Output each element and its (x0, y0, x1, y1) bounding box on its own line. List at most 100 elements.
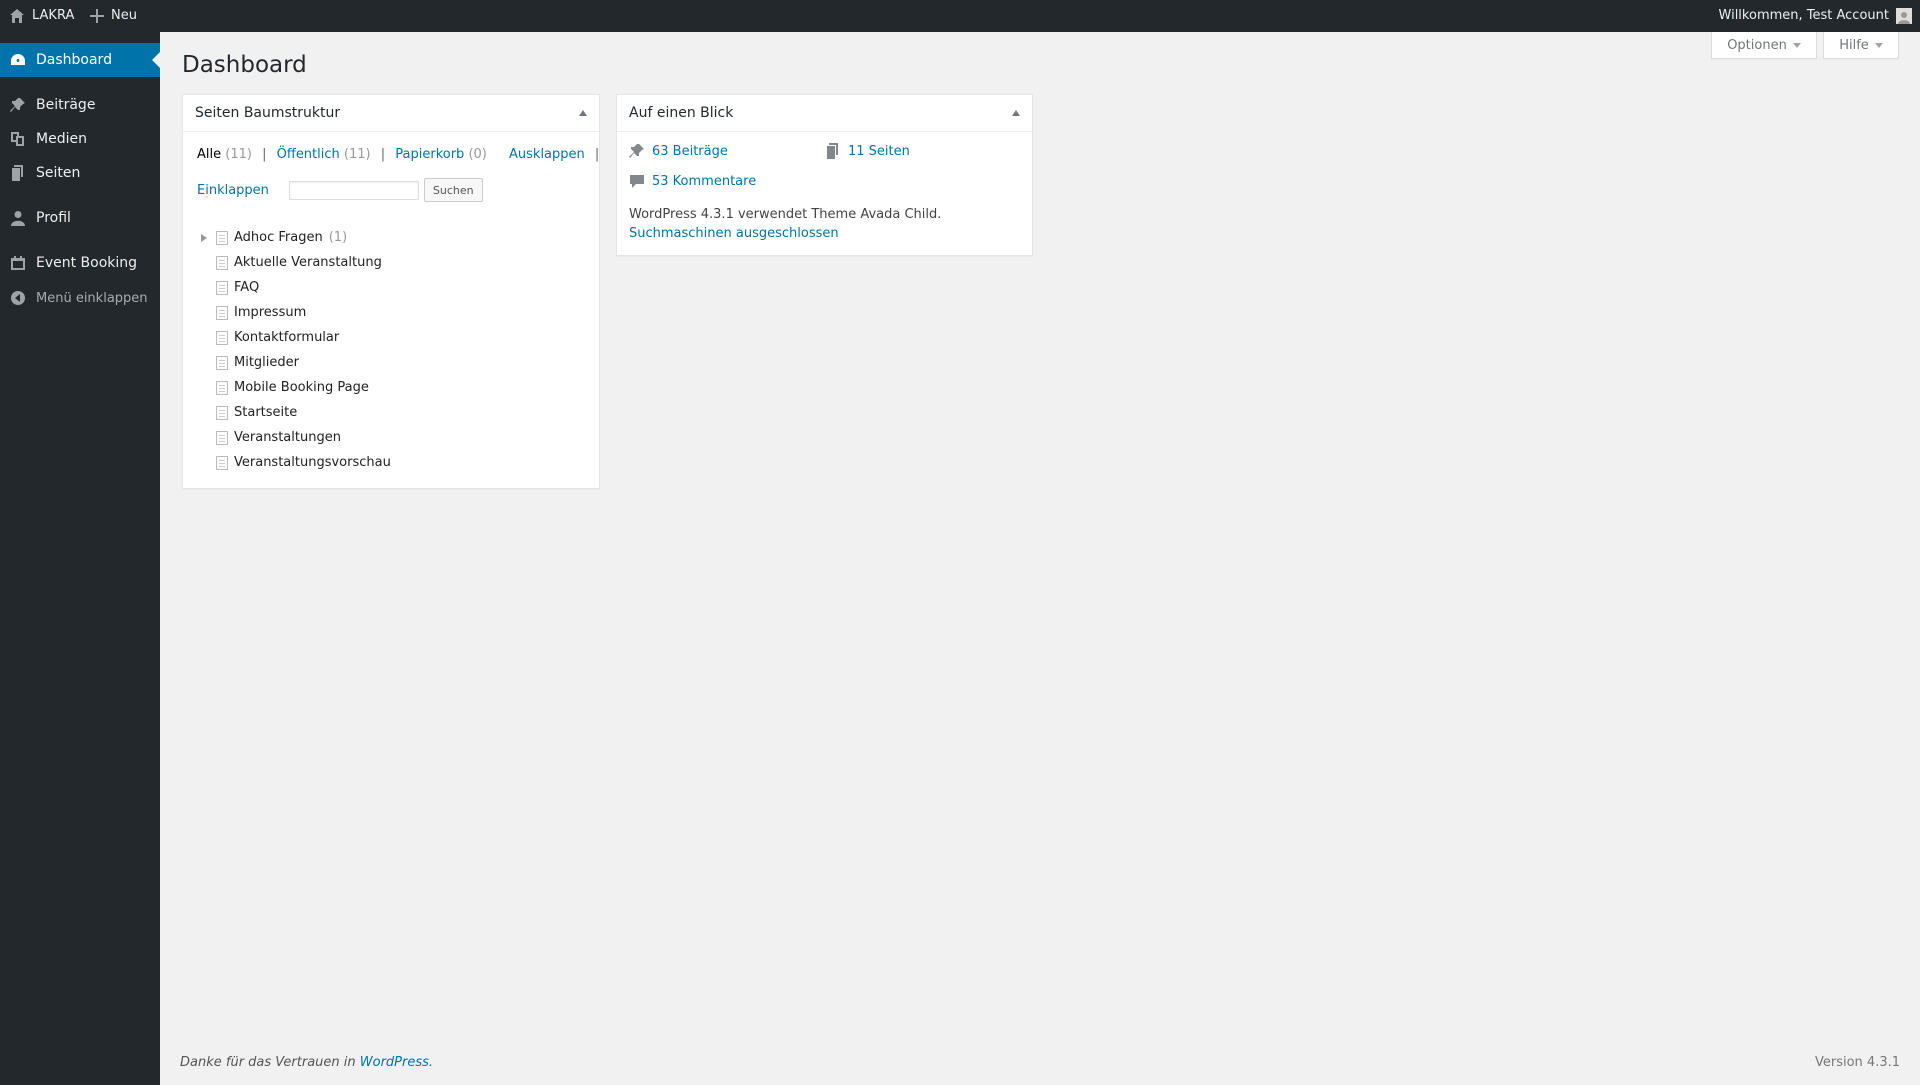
page-title[interactable]: Impressum (234, 305, 306, 320)
pages-icon (8, 163, 28, 183)
status-filters: Alle (11) | Öffentlich (11) | Papierkorb… (197, 147, 605, 162)
tree-search-button[interactable]: Suchen (423, 178, 483, 202)
pages-count: 11 Seiten (848, 143, 910, 159)
comments-count-link[interactable]: 53 Kommentare (629, 173, 756, 189)
widget-header[interactable]: Seiten Baumstruktur (183, 95, 599, 132)
filter-label: Alle (197, 147, 222, 162)
new-label: Neu (111, 8, 137, 23)
collapse-menu-button[interactable]: Menü einklappen (0, 281, 160, 315)
page-title[interactable]: Adhoc Fragen (234, 230, 323, 245)
pin-icon (8, 95, 28, 115)
caret-down-icon (1874, 42, 1883, 48)
page-title[interactable]: Veranstaltungen (234, 430, 341, 445)
page-title[interactable]: FAQ (234, 280, 259, 295)
plus-icon (90, 9, 104, 23)
at-a-glance-widget: Auf einen Blick 63 Beiträge 11 Seiten 53… (616, 94, 1033, 256)
page-icon (216, 430, 228, 445)
expand-all-link[interactable]: Ausklappen (509, 147, 585, 162)
filter-label: Papierkorb (395, 147, 465, 162)
theme-info: WordPress 4.3.1 verwendet Theme Avada Ch… (629, 207, 942, 222)
sidebar-item-posts[interactable]: Beiträge (0, 88, 160, 122)
comment-icon (630, 175, 644, 188)
posts-count: 63 Beiträge (652, 143, 728, 159)
sidebar-item-label: Beiträge (36, 97, 96, 113)
page-icon (216, 230, 228, 245)
account-label: Willkommen, Test Account (1718, 8, 1889, 23)
sidebar-item-event-booking[interactable]: Event Booking (0, 246, 160, 280)
tree-item[interactable]: FAQ (197, 275, 391, 300)
page-icon (216, 280, 228, 295)
new-content-link[interactable]: Neu (90, 0, 137, 32)
home-icon (10, 9, 24, 23)
search-engines-link[interactable]: Suchmaschinen ausgeschlossen (629, 226, 839, 241)
media-icon (8, 129, 28, 149)
sidebar-item-media[interactable]: Medien (0, 122, 160, 156)
tree-item[interactable]: Kontaktformular (197, 325, 391, 350)
pin-icon (629, 144, 644, 158)
page-icon (216, 380, 228, 395)
page-title[interactable]: Startseite (234, 405, 297, 420)
sidebar-item-profile[interactable]: Profil (0, 201, 160, 235)
page-icon (216, 405, 228, 420)
tree-item[interactable]: Aktuelle Veranstaltung (197, 250, 391, 275)
page-title[interactable]: Aktuelle Veranstaltung (234, 255, 382, 270)
sidebar-item-dashboard[interactable]: Dashboard (0, 43, 160, 77)
help-button[interactable]: Hilfe (1823, 32, 1899, 59)
footer-version: Version 4.3.1 (1814, 1055, 1900, 1070)
filter-trash[interactable]: Papierkorb (395, 147, 464, 162)
user-avatar-icon (1898, 12, 1910, 24)
dashboard-icon (8, 50, 28, 70)
page-title[interactable]: Veranstaltungsvorschau (234, 455, 391, 470)
tree-search-input[interactable] (288, 180, 419, 200)
filter-count: (0) (468, 147, 487, 162)
user-icon (8, 208, 28, 228)
screen-options-label: Optionen (1727, 37, 1787, 53)
filter-count: (11) (225, 147, 252, 162)
filter-count: (11) (343, 147, 371, 162)
tree-item[interactable]: Veranstaltungsvorschau (197, 450, 391, 475)
sidebar-item-label: Profil (36, 210, 71, 226)
page-title[interactable]: Mobile Booking Page (234, 380, 369, 395)
tree-item[interactable]: Impressum (197, 300, 391, 325)
glance-footer: WordPress 4.3.1 verwendet Theme Avada Ch… (629, 205, 941, 243)
expand-arrow-icon[interactable] (201, 234, 207, 242)
separator: | (594, 147, 600, 162)
tree-item[interactable]: Mitglieder (197, 350, 391, 375)
collapse-all-link[interactable]: Einklappen (197, 183, 269, 198)
page-icon (216, 330, 228, 345)
collapse-toggle-icon[interactable] (1012, 110, 1020, 116)
page-icon (216, 305, 228, 320)
sidebar-item-label: Event Booking (36, 255, 138, 271)
collapse-menu-label: Menü einklappen (36, 290, 148, 306)
child-count: (1) (328, 230, 348, 245)
filter-all[interactable]: Alle (197, 147, 221, 162)
tree-item[interactable]: Adhoc Fragen (1) (197, 225, 391, 250)
site-name-link[interactable]: LAKRA (9, 0, 74, 32)
filter-label: Öffentlich (276, 147, 340, 162)
caret-down-icon (1792, 42, 1801, 48)
page-icon (216, 255, 228, 270)
admin-bar: LAKRA Neu Willkommen, Test Account (0, 0, 1920, 32)
page-title[interactable]: Kontaktformular (234, 330, 339, 345)
widget-header[interactable]: Auf einen Blick (617, 95, 1032, 132)
admin-sidebar: Dashboard Beiträge Medien Seiten Profil … (0, 32, 160, 1085)
pages-icon (827, 143, 838, 159)
tree-item[interactable]: Startseite (197, 400, 391, 425)
footer-text: Danke für das Vertrauen in (180, 1055, 356, 1070)
tree-item[interactable]: Mobile Booking Page (197, 375, 391, 400)
my-account-link[interactable]: Willkommen, Test Account (1719, 0, 1912, 32)
pages-tree-widget: Seiten Baumstruktur Alle (11) | Öffentli… (182, 94, 600, 489)
page-icon (216, 355, 228, 370)
filter-public[interactable]: Öffentlich (277, 147, 340, 162)
posts-count-link[interactable]: 63 Beiträge (629, 143, 728, 159)
page-title[interactable]: Mitglieder (234, 355, 299, 370)
pages-count-link[interactable]: 11 Seiten (825, 143, 910, 159)
screen-options-button[interactable]: Optionen (1711, 32, 1817, 59)
tree-controls: Einklappen Suchen (197, 177, 483, 203)
sidebar-item-pages[interactable]: Seiten (0, 156, 160, 190)
collapse-toggle-icon[interactable] (579, 110, 587, 116)
tree-item[interactable]: Veranstaltungen (197, 425, 391, 450)
comments-count: 53 Kommentare (652, 173, 757, 189)
wordpress-link[interactable]: WordPress (360, 1055, 429, 1070)
sidebar-item-label: Medien (36, 131, 87, 147)
